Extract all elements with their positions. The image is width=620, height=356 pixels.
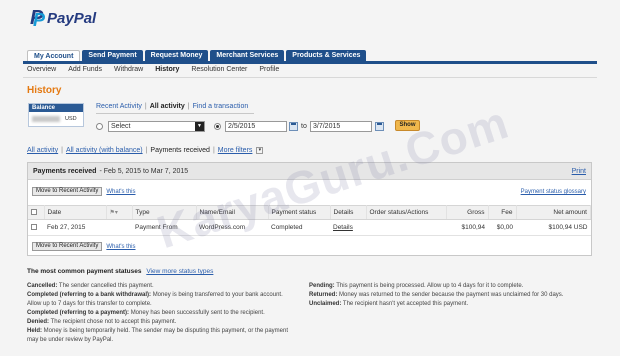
panel-title: Payments received	[33, 167, 97, 175]
balance-header: Balance	[29, 104, 83, 112]
select-all-checkbox[interactable]	[31, 208, 37, 215]
move-to-recent-button[interactable]: Move to Recent Activity	[32, 187, 103, 196]
subnav-resolution-center[interactable]: Resolution Center	[191, 66, 247, 73]
subnav-profile[interactable]: Profile	[259, 66, 279, 73]
filter-all-with-balance[interactable]: All activity (with balance)	[66, 147, 143, 154]
subnav-withdraw[interactable]: Withdraw	[114, 66, 143, 73]
subnav-overview[interactable]: Overview	[27, 66, 56, 73]
paypal-logo-icon: PP	[30, 7, 46, 30]
chevron-down-icon[interactable]: ▾	[256, 147, 264, 154]
col-type: Type	[132, 205, 197, 220]
date-to-input[interactable]: 3/7/2015	[310, 121, 372, 132]
view-links: Recent Activity | All activity | Find a …	[96, 103, 249, 110]
cell-net: $100,94 USD	[516, 219, 591, 236]
legend-right: Pending: This payment is being processed…	[309, 283, 564, 307]
flag-filter-icon[interactable]: ⚑▾	[110, 209, 118, 216]
cell-type: Payment From	[132, 219, 196, 236]
cell-gross: $100,94	[446, 219, 488, 236]
divider	[23, 77, 597, 78]
move-to-recent-button[interactable]: Move to Recent Activity	[32, 242, 103, 251]
table-row: Feb 27, 2015 Payment From WordPress.com …	[28, 219, 591, 236]
links-underline	[96, 113, 254, 114]
page-title: History	[27, 85, 62, 96]
view-more-status-link[interactable]: View more status types	[146, 268, 213, 275]
col-gross: Gross	[446, 205, 489, 220]
col-payment-status: Payment status	[268, 205, 331, 220]
balance-box: Balance USD	[28, 103, 84, 127]
balance-amount-redacted	[32, 116, 60, 122]
logo-text: PayPal	[47, 9, 97, 27]
col-details: Details	[330, 205, 367, 220]
cell-fee: $0,00	[488, 219, 516, 236]
find-transaction-link[interactable]: Find a transaction	[193, 103, 249, 110]
subnav: Overview Add Funds Withdraw History Reso…	[27, 66, 279, 73]
more-filters-link[interactable]: More filters	[218, 147, 253, 154]
legend-section: The most common payment statuses View mo…	[27, 268, 213, 275]
filter-all-activity[interactable]: All activity	[27, 147, 58, 154]
subnav-history[interactable]: History	[155, 66, 179, 73]
range-select[interactable]: Select ▼	[108, 121, 205, 132]
paypal-logo[interactable]: PP PayPal	[30, 7, 97, 30]
whats-this-link[interactable]: What's this	[106, 244, 135, 250]
row-checkbox[interactable]	[31, 223, 37, 230]
print-link[interactable]: Print	[572, 168, 586, 175]
show-button[interactable]: Show	[395, 120, 420, 131]
subnav-add-funds[interactable]: Add Funds	[68, 66, 102, 73]
col-order-status: Order status/Actions	[366, 205, 447, 220]
col-name-email: Name/Email	[196, 205, 269, 220]
cell-status: Completed	[268, 219, 330, 236]
col-net-amount: Net amount	[516, 205, 591, 220]
nav-bar	[23, 61, 597, 64]
chevron-down-icon: ▼	[195, 122, 204, 131]
filter-links: All activity | All activity (with balanc…	[27, 147, 264, 154]
recent-activity-link[interactable]: Recent Activity	[96, 103, 142, 110]
calendar-icon[interactable]	[375, 122, 384, 131]
col-date[interactable]: Date	[44, 205, 107, 220]
payments-panel: Payments received - Feb 5, 2015 to Mar 7…	[27, 162, 592, 256]
filter-payments-received: Payments received	[150, 147, 210, 154]
balance-currency: USD	[65, 116, 77, 122]
whats-this-link[interactable]: What's this	[106, 189, 135, 195]
legend-title: The most common payment statuses	[27, 268, 142, 275]
details-link[interactable]: Details	[330, 219, 366, 236]
panel-date-range: - Feb 5, 2015 to Mar 7, 2015	[99, 167, 189, 175]
date-from-input[interactable]: 2/5/2015	[225, 121, 287, 132]
cell-date: Feb 27, 2015	[44, 219, 106, 236]
radio-select-range[interactable]	[96, 123, 103, 130]
col-fee: Fee	[488, 205, 517, 220]
to-label: to	[301, 123, 307, 130]
calendar-icon[interactable]	[289, 122, 298, 131]
transactions-table: Date ⚑▾ Type Name/Email Payment status D…	[28, 205, 591, 236]
status-glossary-link[interactable]: Payment status glossary	[521, 189, 586, 195]
cell-name: WordPress.com	[196, 219, 268, 236]
legend-left: Cancelled: The sender cancelled this pay…	[27, 283, 289, 343]
radio-date-range[interactable]	[214, 123, 221, 130]
cell-order	[366, 219, 446, 236]
all-activity-current: All activity	[149, 103, 185, 110]
